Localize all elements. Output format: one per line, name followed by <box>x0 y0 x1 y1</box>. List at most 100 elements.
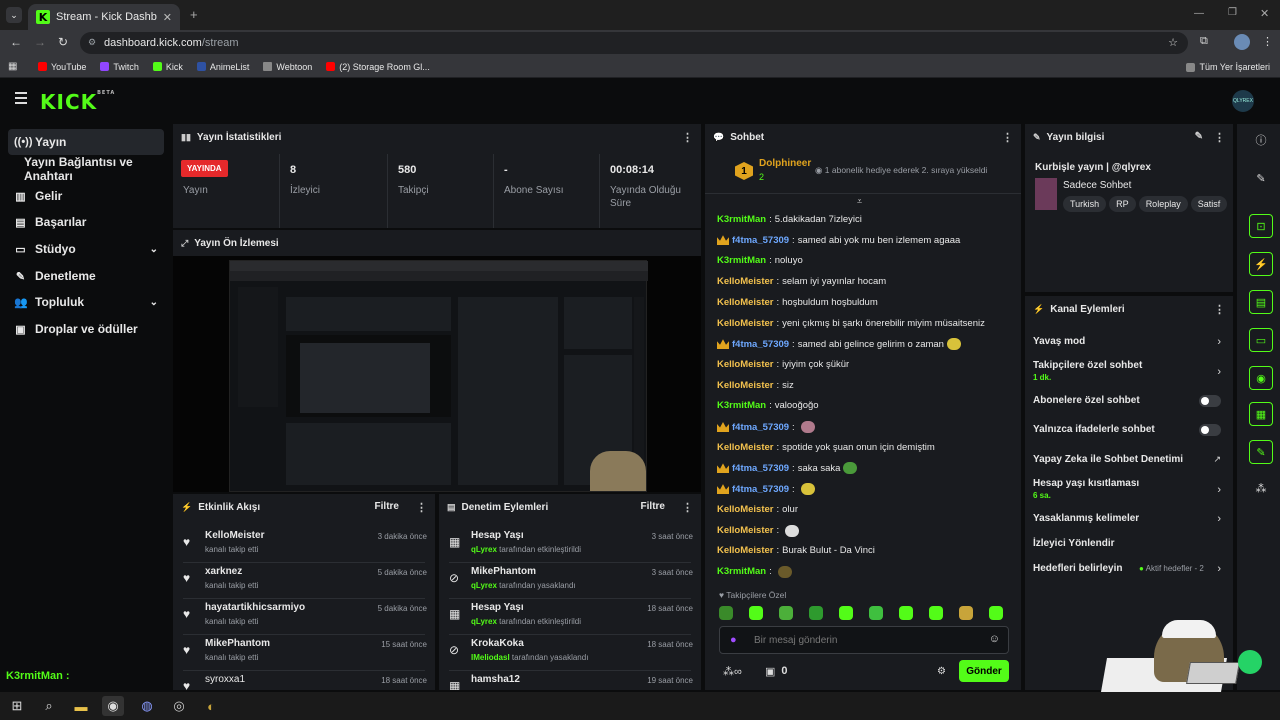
infinity-icon[interactable]: ⁂∞ <box>723 665 742 678</box>
lightning-icon[interactable]: ⚡ <box>1249 252 1273 276</box>
chat-username[interactable]: K3rmitMan <box>717 566 766 577</box>
tag[interactable]: RP <box>1109 196 1136 212</box>
chat-username[interactable]: KelloMeister <box>717 442 774 453</box>
emote-icon[interactable] <box>779 606 793 620</box>
chevron-right-icon[interactable]: › <box>1217 336 1221 348</box>
chat-username[interactable]: KelloMeister <box>717 380 774 391</box>
bookmark-animelist[interactable]: AnimeList <box>196 62 249 72</box>
sidebar-item-drops[interactable]: ▣ Droplar ve ödüller <box>8 316 164 342</box>
chat-username[interactable]: f4tma_57309 <box>732 484 789 495</box>
document-icon[interactable]: ▤ <box>1249 290 1273 314</box>
emote-icon[interactable] <box>719 606 733 620</box>
chevron-right-icon[interactable]: › <box>1217 484 1221 496</box>
restore-icon[interactable]: ❐ <box>1228 7 1237 18</box>
sidebar-item-stream[interactable]: ((•)) Yayın <box>8 129 164 155</box>
chat-username[interactable]: K3rmitMan <box>717 400 766 411</box>
focus-icon[interactable]: ⊡ <box>1249 214 1273 238</box>
bookmark-webtoon[interactable]: Webtoon <box>263 62 312 72</box>
send-button[interactable]: Gönder <box>959 660 1009 682</box>
pinned-user[interactable]: Dolphineer <box>759 158 811 169</box>
chat-bubble-icon[interactable]: ▭ <box>1249 328 1273 352</box>
moderation-icon[interactable]: ▦ <box>1249 402 1273 426</box>
raid-row[interactable]: İzleyici Yönlendir <box>1033 538 1233 549</box>
ai-moderation-row[interactable]: Yapay Zeka ile Sohbet Denetimi <box>1033 454 1233 465</box>
reload-icon[interactable]: ↻ <box>58 35 68 49</box>
chevron-right-icon[interactable]: › <box>1217 513 1221 525</box>
browser-tab[interactable]: K Stream - Kick Dashboard ✕ <box>28 4 180 30</box>
chat-menu-icon[interactable]: ⋮ <box>1002 131 1013 144</box>
emote-icon[interactable] <box>809 606 823 620</box>
chat-username[interactable]: KelloMeister <box>717 276 774 287</box>
tag[interactable]: Turkish <box>1063 196 1107 212</box>
sidebar-item-community[interactable]: 👥 Topluluk ⌄ <box>8 289 164 315</box>
browser-menu-icon[interactable]: ⋮ <box>1262 35 1273 48</box>
channel-actions-menu-icon[interactable]: ⋮ <box>1214 303 1225 316</box>
chat-username[interactable]: f4tma_57309 <box>732 463 789 474</box>
chat-username[interactable]: K3rmitMan <box>717 255 766 266</box>
site-info-icon[interactable]: ⚙ <box>88 37 96 48</box>
bookmark-star-icon[interactable]: ☆ <box>1168 36 1178 49</box>
followers-only-row[interactable]: Takipçilere özel sohbet 1 dk. <box>1033 360 1233 382</box>
sidebar-item-moderation[interactable]: ✎ Denetleme <box>8 263 164 289</box>
close-tab-icon[interactable]: ✕ <box>163 11 172 24</box>
chat-settings-icon[interactable]: ⚙ <box>937 666 946 677</box>
activity-filter-button[interactable]: Filtre <box>375 501 399 512</box>
bookmark-kick[interactable]: Kick <box>152 62 183 72</box>
file-explorer-icon[interactable]: ▬ <box>70 696 92 716</box>
chevron-right-icon[interactable]: › <box>1217 366 1221 378</box>
kick-logo[interactable]: KICKBETA <box>40 90 115 114</box>
sidebar-item-stream-key[interactable]: Yayın Bağlantısı ve Anahtarı <box>8 155 164 183</box>
emote-icon[interactable] <box>869 606 883 620</box>
emote-icon[interactable] <box>959 606 973 620</box>
windows-start-icon[interactable]: ⊞ <box>6 696 28 716</box>
back-icon[interactable]: ← <box>10 35 22 49</box>
bookmark-storage-room[interactable]: (2) Storage Room Gl... <box>326 62 430 72</box>
account-age-row[interactable]: Hesap yaşı kısıtlaması 6 sa. <box>1033 478 1233 500</box>
emotes-only-toggle[interactable] <box>1199 424 1221 436</box>
tag[interactable]: Roleplay <box>1138 196 1188 212</box>
subscribers-only-toggle[interactable] <box>1199 395 1221 407</box>
emote-icon[interactable] <box>989 606 1003 620</box>
obs-icon[interactable]: ◎ <box>168 696 190 716</box>
points-display[interactable]: ▣ 0 <box>765 665 788 678</box>
microphone-icon[interactable]: ● <box>730 634 737 646</box>
discord-icon[interactable]: ◍ <box>136 696 158 716</box>
chat-username[interactable]: f4tma_57309 <box>732 235 789 246</box>
banned-words-row[interactable]: Yasaklanmış kelimeler <box>1033 513 1233 524</box>
edit-icon[interactable]: ✎ <box>1249 166 1273 190</box>
emoji-icon[interactable]: ☺ <box>989 633 1000 645</box>
forward-icon[interactable]: → <box>34 35 46 49</box>
sidebar-item-achievements[interactable]: ▤ Başarılar <box>8 209 164 235</box>
all-bookmarks[interactable]: Tüm Yer İşaretleri <box>1186 62 1270 72</box>
expand-icon[interactable]: ⩡ <box>857 196 862 207</box>
external-link-icon[interactable]: ↗ <box>1213 454 1221 465</box>
stats-menu-icon[interactable]: ⋮ <box>682 131 693 144</box>
activity-menu-icon[interactable]: ⋮ <box>416 501 427 514</box>
user-avatar[interactable]: QLYREX <box>1232 90 1254 112</box>
sidebar-item-income[interactable]: ▥ Gelir <box>8 183 164 209</box>
emote-icon[interactable] <box>899 606 913 620</box>
url-field[interactable]: ⚙ dashboard.kick.com/stream ☆ <box>80 32 1188 54</box>
new-tab-icon[interactable]: + <box>190 7 198 22</box>
moderation-menu-icon[interactable]: ⋮ <box>682 501 693 514</box>
slow-mode-row[interactable]: Yavaş mod <box>1033 336 1233 347</box>
chat-username[interactable]: KelloMeister <box>717 359 774 370</box>
sidebar-item-studio[interactable]: ▭ Stüdyo ⌄ <box>8 236 164 262</box>
chevron-right-icon[interactable]: › <box>1217 563 1221 575</box>
chat-username[interactable]: KelloMeister <box>717 525 774 536</box>
minimize-icon[interactable]: — <box>1194 8 1204 19</box>
bookmark-twitch[interactable]: Twitch <box>100 62 139 72</box>
profile-avatar[interactable] <box>1234 34 1250 50</box>
pencil-icon[interactable]: ✎ <box>1195 131 1203 142</box>
community-icon[interactable]: ⁂ <box>1249 476 1273 500</box>
search-icon[interactable]: ⌕ <box>38 696 60 716</box>
wrench-icon[interactable]: ✎ <box>1249 440 1273 464</box>
chat-username[interactable]: K3rmitMan <box>717 214 766 225</box>
bookmark-youtube[interactable]: YouTube <box>38 62 86 72</box>
broadcast-icon[interactable]: ◉ <box>1249 366 1273 390</box>
chat-username[interactable]: KelloMeister <box>717 545 774 556</box>
chat-username[interactable]: KelloMeister <box>717 318 774 329</box>
chat-input[interactable]: ● Bir mesaj gönderin ☺ <box>719 626 1009 654</box>
chat-username[interactable]: f4tma_57309 <box>732 339 789 350</box>
hamburger-menu-icon[interactable] <box>15 92 27 104</box>
